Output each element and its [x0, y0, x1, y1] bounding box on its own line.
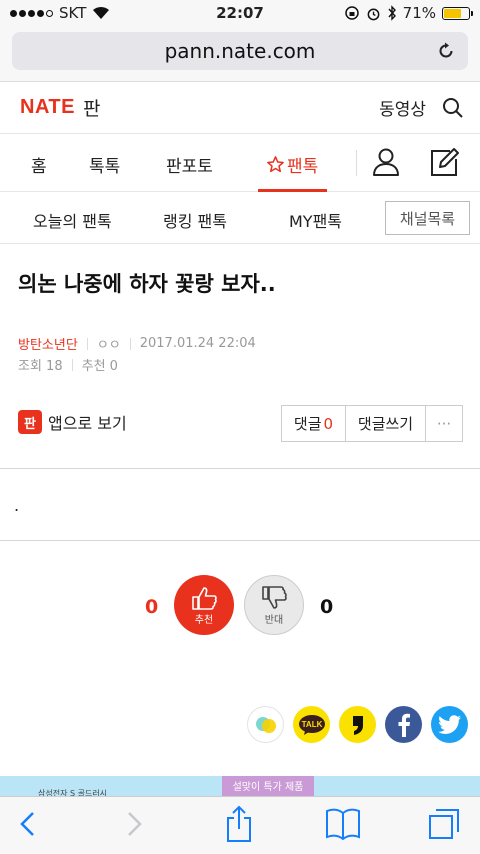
orientation-lock-icon	[344, 6, 359, 20]
nate-logo: NATE	[20, 96, 75, 118]
battery-percent: 71%	[402, 4, 436, 22]
wifi-icon	[93, 6, 110, 19]
divider-bottom	[0, 540, 480, 541]
sub-tab-today[interactable]: 오늘의 팬톡	[33, 208, 112, 232]
status-bar: SKT 22:07 71%	[0, 0, 480, 26]
browser-toolbar	[0, 796, 480, 854]
thumbs-up-icon	[192, 586, 217, 610]
comments-button[interactable]: 댓글 0	[282, 406, 346, 441]
recommend-count: 추천 0	[81, 359, 118, 374]
share-facebook-button[interactable]	[385, 706, 422, 743]
tab-fantalk[interactable]: 팬톡	[266, 152, 318, 177]
downvote-button[interactable]: 반대	[244, 575, 304, 635]
bluetooth-icon	[388, 5, 396, 21]
sub-tab-ranking[interactable]: 랭킹 팬톡	[163, 208, 227, 232]
downvote-count: 0	[320, 596, 334, 618]
tabs-icon[interactable]	[427, 807, 461, 841]
post-author[interactable]: 방탄소년단	[18, 334, 78, 353]
more-button[interactable]: ···	[426, 406, 462, 441]
open-in-app[interactable]: 판 앱으로 보기	[18, 410, 127, 434]
post-meta: 방탄소년단 ㅇㅇ 2017.01.24 22:04	[18, 334, 256, 353]
share-twitter-button[interactable]	[431, 706, 468, 743]
share-buttons: TALK	[247, 706, 468, 743]
bookmarks-icon[interactable]	[325, 807, 361, 841]
main-nav: 홈 톡톡 판포토 팬톡	[0, 134, 480, 192]
search-icon[interactable]	[442, 97, 464, 119]
upvote-count: 0	[145, 596, 159, 618]
site-header: NATE 판 동영상	[0, 82, 480, 134]
star-icon	[267, 156, 284, 173]
comments-count: 0	[323, 414, 334, 433]
alarm-icon	[367, 8, 380, 20]
clock: 22:07	[216, 4, 264, 22]
open-in-app-label: 앱으로 보기	[48, 414, 127, 433]
kakaotalk-label: TALK	[301, 720, 322, 729]
pan-label: 판	[82, 98, 101, 120]
share-icon[interactable]	[224, 805, 254, 843]
upvote-label: 추천	[194, 614, 214, 626]
comment-actions: 댓글 0 댓글쓰기 ···	[281, 405, 463, 442]
kakaotalk-icon: TALK	[298, 714, 325, 735]
user-icon[interactable]	[372, 147, 400, 177]
tab-home[interactable]: 홈	[31, 152, 47, 177]
pan-app-icon: 판	[18, 410, 42, 434]
tab-pan-photo[interactable]: 판포토	[166, 152, 213, 177]
browser-address-area: pann.nate.com	[0, 26, 480, 82]
kakao-comma-icon	[352, 715, 363, 735]
share-kakaostory-button[interactable]	[247, 706, 284, 743]
upvote-button[interactable]: 추천	[174, 575, 234, 635]
share-kakao-page-button[interactable]	[339, 706, 376, 743]
tab-fantalk-label: 팬톡	[287, 157, 319, 177]
forward-icon[interactable]	[122, 809, 146, 839]
post-title: 의논 나중에 하자 꽃랑 보자..	[18, 272, 276, 296]
reload-icon[interactable]	[436, 41, 456, 61]
comments-label: 댓글	[293, 415, 322, 433]
write-icon[interactable]	[428, 147, 460, 179]
address-bar[interactable]: pann.nate.com	[12, 32, 468, 70]
back-icon[interactable]	[16, 809, 40, 839]
share-kakaotalk-button[interactable]: TALK	[293, 706, 330, 743]
tab-toktok[interactable]: 톡톡	[89, 152, 120, 177]
facebook-icon	[398, 713, 410, 737]
url-text: pann.nate.com	[164, 39, 316, 63]
post-stats: 조회 18 추천 0	[18, 355, 118, 374]
channel-list-button[interactable]: 채널목록	[385, 201, 470, 235]
post-body: .	[14, 496, 20, 515]
view-count: 조회 18	[18, 359, 63, 374]
brand[interactable]: NATE 판	[20, 94, 100, 121]
thumbs-down-icon	[262, 585, 287, 609]
sub-tab-my[interactable]: MY팬톡	[289, 208, 342, 232]
divider-top	[0, 468, 480, 469]
write-comment-button[interactable]: 댓글쓰기	[346, 406, 426, 441]
carrier-label: SKT	[59, 4, 87, 22]
post-date: 2017.01.24 22:04	[139, 336, 256, 351]
kakaostory-icon	[255, 716, 276, 733]
video-link[interactable]: 동영상	[379, 95, 426, 120]
battery-icon	[442, 6, 473, 20]
signal-icon	[10, 9, 53, 17]
nav-divider	[356, 150, 357, 176]
twitter-icon	[437, 714, 461, 734]
post-author-sub: ㅇㅇ	[96, 338, 121, 353]
sub-nav: 오늘의 팬톡 랭킹 팬톡 MY팬톡 채널목록	[0, 192, 480, 244]
downvote-label: 반대	[264, 614, 284, 626]
